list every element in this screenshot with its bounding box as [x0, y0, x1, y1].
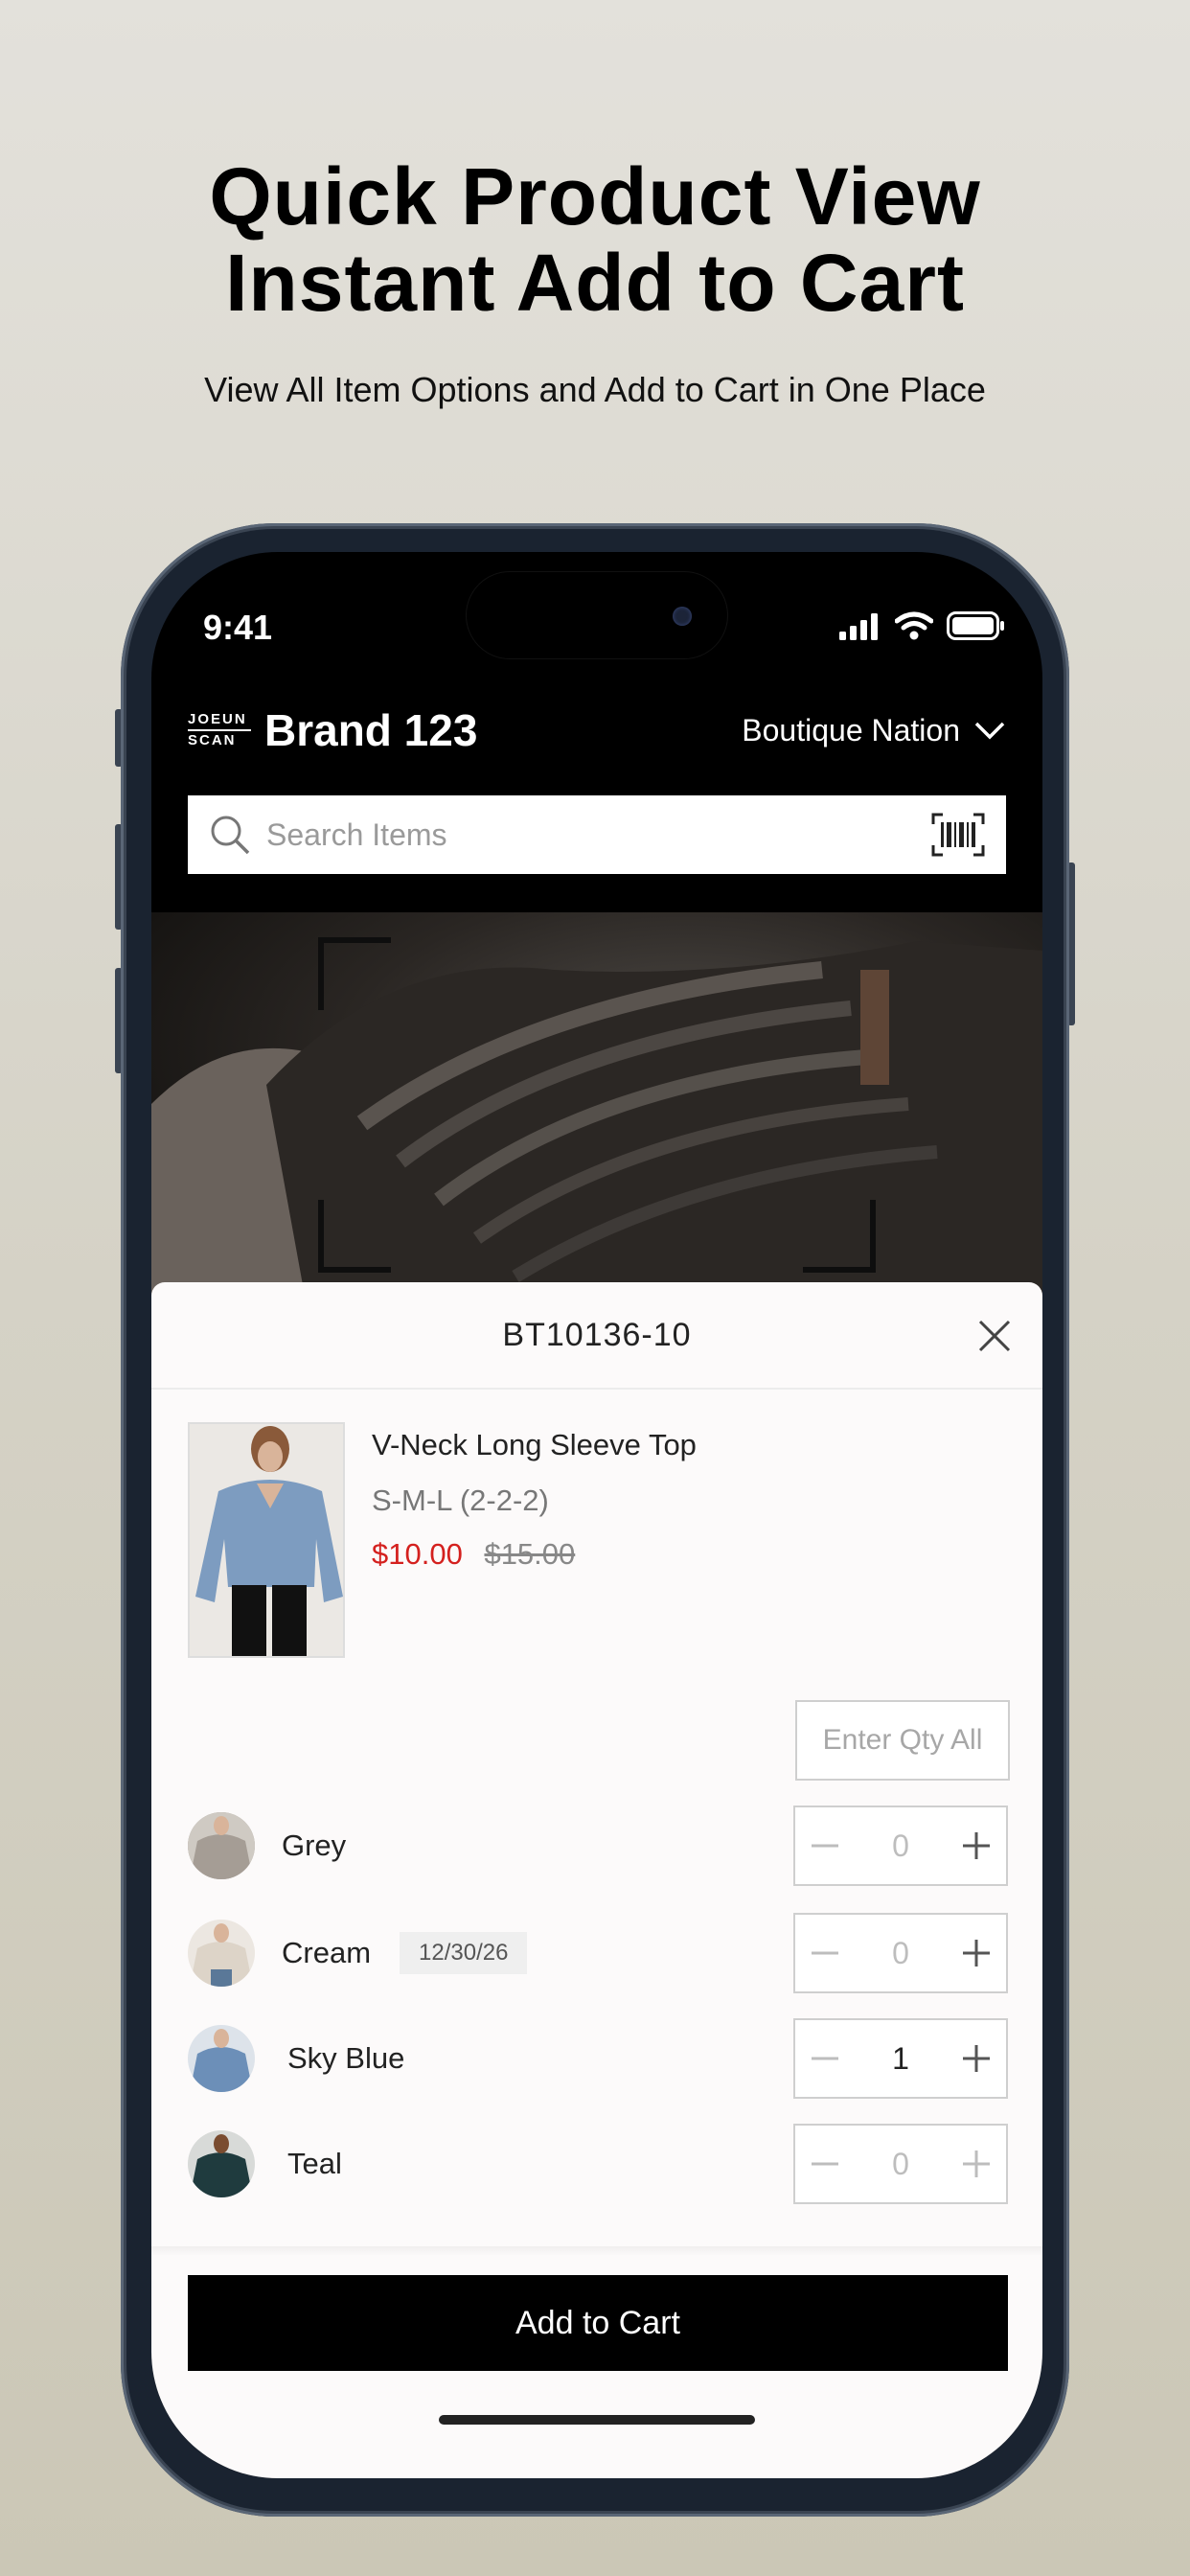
variant-swatch	[188, 1812, 255, 1879]
store-name: Boutique Nation	[742, 712, 960, 748]
minus-icon[interactable]	[809, 1937, 841, 1969]
variant-swatch	[188, 2130, 255, 2197]
front-camera	[673, 607, 692, 626]
quantity-value[interactable]: 0	[892, 1828, 909, 1864]
search-icon	[211, 816, 250, 855]
variant-name: Grey	[282, 1828, 347, 1862]
status-icons	[839, 611, 1006, 640]
product-info: V-Neck Long Sleeve Top S-M-L (2-2-2) $10…	[372, 1422, 697, 1658]
variant-row: Sky Blue 1	[188, 2018, 1008, 2099]
signal-icon	[839, 613, 878, 640]
quantity-value[interactable]: 1	[892, 2041, 909, 2077]
variant-swatch	[188, 2025, 255, 2092]
wifi-icon	[895, 611, 933, 640]
product-name: V-Neck Long Sleeve Top	[372, 1428, 697, 1461]
plus-icon[interactable]	[960, 1937, 993, 1969]
quantity-stepper: 0	[793, 1806, 1008, 1886]
quantity-value[interactable]: 0	[892, 2147, 909, 2182]
quantity-value[interactable]: 0	[892, 1936, 909, 1971]
barcode-scan-icon[interactable]	[931, 813, 985, 857]
app-header: JOEUN SCAN Brand 123 Boutique Nation	[188, 702, 1006, 759]
scan-frame-corner	[318, 937, 391, 1010]
product-image	[188, 1422, 345, 1658]
footer-divider	[151, 2246, 1042, 2256]
scan-frame-corner	[803, 1200, 876, 1273]
camera-preview-image	[151, 941, 1042, 1296]
status-time: 9:41	[203, 608, 273, 647]
battery-icon	[947, 611, 1004, 640]
home-indicator[interactable]	[439, 2415, 755, 2425]
scanner-camera-view	[151, 912, 1042, 1296]
quantity-stepper: 0	[793, 2124, 1008, 2204]
plus-icon[interactable]	[960, 2042, 993, 2075]
original-price: $15.00	[484, 1537, 576, 1571]
quick-view-sheet: BT10136-10 V-Neck Long Sleeve Top S-M-L …	[151, 1282, 1042, 2478]
phone-screen: 9:41 JOEUN SCAN Brand 123 Boutique Natio…	[151, 552, 1042, 2478]
plus-icon[interactable]	[960, 2148, 993, 2180]
minus-icon[interactable]	[809, 1829, 841, 1862]
product-summary: V-Neck Long Sleeve Top S-M-L (2-2-2) $10…	[188, 1422, 697, 1658]
quantity-stepper: 0	[793, 1913, 1008, 1993]
sale-price: $10.00	[372, 1537, 463, 1571]
dynamic-island	[466, 571, 728, 659]
product-sku: BT10136-10	[502, 1316, 692, 1353]
search-input[interactable]: Search Items	[266, 817, 931, 853]
store-selector[interactable]: Boutique Nation	[742, 713, 1006, 748]
search-bar[interactable]: Search Items	[188, 795, 1006, 874]
variant-row: Teal 0	[188, 2124, 1008, 2204]
variant-row: Grey 0	[188, 1806, 1008, 1886]
brand-name: Brand 123	[264, 705, 478, 755]
promo-headline: Quick Product View Instant Add to Cart	[0, 153, 1190, 326]
add-to-cart-button[interactable]: Add to Cart	[188, 2275, 1008, 2371]
app-logo: JOEUN SCAN	[188, 706, 251, 754]
headline-line-1: Quick Product View	[209, 151, 981, 242]
qty-all-input[interactable]: Enter Qty All	[795, 1700, 1010, 1781]
variant-row: Cream 12/30/26 0	[188, 1913, 1008, 1993]
variant-swatch	[188, 1920, 255, 1987]
minus-icon[interactable]	[809, 2042, 841, 2075]
logo-divider	[188, 729, 251, 731]
sheet-header: BT10136-10	[151, 1282, 1042, 1390]
product-size-run: S-M-L (2-2-2)	[372, 1484, 549, 1517]
product-prices: $10.00 $15.00	[372, 1537, 697, 1572]
promo-subheadline: View All Item Options and Add to Cart in…	[204, 370, 986, 409]
close-icon[interactable]	[977, 1319, 1012, 1353]
variant-name: Sky Blue	[287, 2041, 405, 2075]
scan-frame-corner	[318, 1200, 391, 1273]
headline-line-2: Instant Add to Cart	[225, 238, 965, 328]
variant-name: Cream	[282, 1936, 372, 1969]
plus-icon[interactable]	[960, 1829, 993, 1862]
variant-name: Teal	[287, 2147, 342, 2180]
logo-text-top: JOEUN	[188, 711, 247, 727]
chevron-down-icon	[974, 722, 1005, 740]
logo-text-bottom: SCAN	[188, 732, 237, 748]
quantity-stepper: 1	[793, 2018, 1008, 2099]
variant-date-badge: 12/30/26	[400, 1932, 528, 1974]
minus-icon[interactable]	[809, 2148, 841, 2180]
